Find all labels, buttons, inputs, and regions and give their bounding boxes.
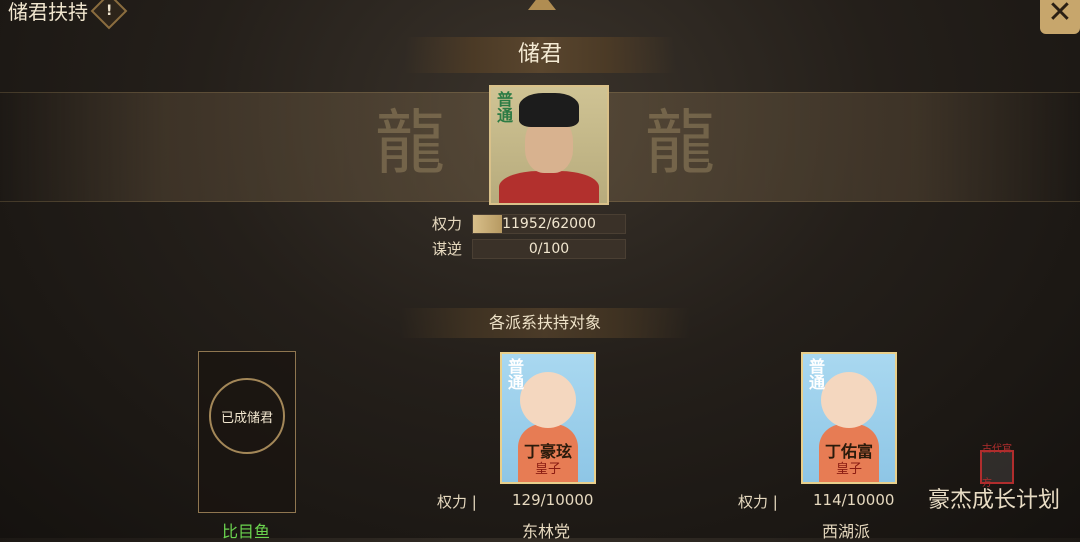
prince-card[interactable]: 普通 丁佑富 皇子 <box>801 352 897 484</box>
power-value: 11952/62000 <box>502 216 596 232</box>
close-button[interactable]: ✕ <box>1040 0 1080 34</box>
prince-power-value: 114/10000 <box>813 491 895 509</box>
official-hat-icon <box>519 93 579 127</box>
treason-bar: 0/100 <box>472 239 626 259</box>
power-bar: 11952/62000 <box>472 214 626 234</box>
page-title-group: 储君扶持 ! <box>8 0 128 29</box>
quality-badge: 普通 <box>494 91 513 123</box>
seal-icon: 古代官方 <box>980 444 1014 489</box>
quality-badge: 普通 <box>806 358 825 390</box>
prince-power-label: 权力 | <box>738 493 778 511</box>
game-logo: 豪杰成长计划 古代官方 <box>928 444 1078 538</box>
prince-avatar <box>520 372 576 428</box>
right-dragon-icon: 龍 <box>645 102 715 184</box>
faction-slot-filled[interactable]: 已成储君 <box>198 351 296 513</box>
treason-label: 谋逆 <box>432 240 463 258</box>
quality-badge: 普通 <box>505 358 524 390</box>
prince-rank: 皇子 <box>534 462 561 477</box>
faction-name: 西湖派 <box>821 522 870 541</box>
page-title: 储君扶持 <box>8 0 88 24</box>
info-warning-icon[interactable]: ! <box>90 0 128 29</box>
prince-card[interactable]: 普通 丁豪玹 皇子 <box>500 352 596 484</box>
close-icon: ✕ <box>1047 0 1073 30</box>
status-badge: 已成储君 <box>209 378 285 454</box>
prince-power-value: 129/10000 <box>512 491 594 509</box>
faction-name: 比目鱼 <box>221 522 270 541</box>
faction-name: 东林党 <box>521 522 570 541</box>
power-label: 权力 <box>432 215 463 233</box>
left-dragon-icon: 龍 <box>375 102 445 184</box>
prince-rank: 皇子 <box>835 462 862 477</box>
up-arrow-icon[interactable] <box>528 0 556 10</box>
crown-prince-portrait[interactable]: 普通 <box>489 85 609 205</box>
prince-power-label: 权力 | <box>437 493 477 511</box>
treason-value: 0/100 <box>528 241 570 257</box>
prince-avatar <box>821 372 877 428</box>
factions-section-title: 各派系扶持对象 <box>400 308 690 338</box>
crown-prince-banner: 储君 <box>405 37 675 73</box>
